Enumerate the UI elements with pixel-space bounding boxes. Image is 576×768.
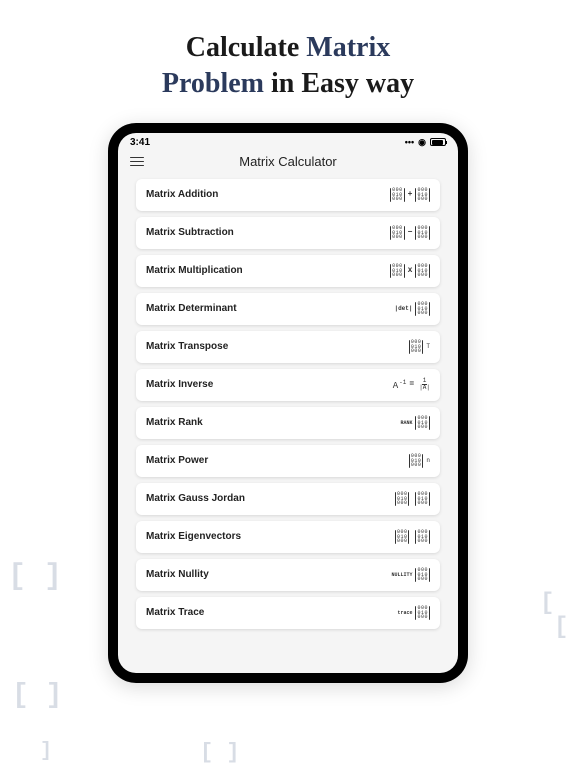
- status-icons: ••• ◉: [405, 137, 446, 148]
- subtraction-icon: 000010000−000010000: [390, 226, 430, 240]
- decorative-bracket: [ ]: [200, 740, 240, 765]
- determinant-icon: |det|000010000: [394, 302, 430, 316]
- headline-text: Calculate: [186, 32, 307, 63]
- decorative-bracket: [ ]: [8, 560, 62, 594]
- gaussjordan-icon: 000010000000010000: [395, 492, 430, 506]
- status-time: 3:41: [130, 137, 150, 148]
- decorative-bracket: ]: [40, 740, 52, 763]
- option-eigen[interactable]: Matrix Eigenvectors 000010000000010000: [136, 521, 440, 553]
- eigen-icon: 000010000000010000: [395, 530, 430, 544]
- addition-icon: 000010000+000010000: [390, 188, 430, 202]
- option-addition[interactable]: Matrix Addition 000010000+000010000: [136, 179, 440, 211]
- transpose-icon: 000010000T: [409, 340, 430, 354]
- option-rank[interactable]: Matrix Rank RANK000010000: [136, 407, 440, 439]
- decorative-bracket: [: [554, 614, 568, 641]
- option-nullity[interactable]: Matrix Nullity NULLITY000010000: [136, 559, 440, 591]
- multiplication-icon: 000010000x000010000: [390, 264, 430, 278]
- option-label: Matrix Determinant: [146, 303, 237, 314]
- option-label: Matrix Eigenvectors: [146, 531, 241, 542]
- option-label: Matrix Gauss Jordan: [146, 493, 245, 504]
- decorative-bracket: [: [540, 590, 554, 617]
- options-list: Matrix Addition000010000+000010000Matrix…: [118, 177, 458, 639]
- headline-text: in Easy way: [264, 68, 414, 99]
- status-bar: 3:41 ••• ◉: [118, 133, 458, 150]
- power-icon: 000010000n: [409, 454, 430, 468]
- wifi-icon: •••: [405, 137, 414, 147]
- device-screen: 3:41 ••• ◉ Matrix Calculator Matrix Addi…: [118, 133, 458, 673]
- option-label: Matrix Addition: [146, 189, 218, 200]
- option-gaussjordan[interactable]: Matrix Gauss Jordan 000010000000010000: [136, 483, 440, 515]
- option-label: Matrix Subtraction: [146, 227, 234, 238]
- option-transpose[interactable]: Matrix Transpose 000010000T: [136, 331, 440, 363]
- option-label: Matrix Trace: [146, 607, 204, 618]
- option-label: Matrix Power: [146, 455, 208, 466]
- option-label: Matrix Inverse: [146, 379, 213, 390]
- option-label: Matrix Transpose: [146, 341, 228, 352]
- option-determinant[interactable]: Matrix Determinant |det|000010000: [136, 293, 440, 325]
- option-trace[interactable]: Matrix Trace trace000010000: [136, 597, 440, 629]
- page-title: Calculate Matrix Problem in Easy way: [0, 0, 576, 123]
- battery-icon: [430, 138, 446, 146]
- option-inverse[interactable]: Matrix Inverse A-1=1|A|: [136, 369, 440, 401]
- trace-icon: trace000010000: [397, 606, 430, 620]
- headline-accent: Matrix: [306, 32, 390, 63]
- rank-icon: RANK000010000: [400, 416, 430, 430]
- option-label: Matrix Rank: [146, 417, 203, 428]
- wifi-icon: ◉: [418, 137, 426, 148]
- option-subtraction[interactable]: Matrix Subtraction 000010000−000010000: [136, 217, 440, 249]
- menu-icon[interactable]: [130, 157, 144, 167]
- device-frame: 3:41 ••• ◉ Matrix Calculator Matrix Addi…: [108, 123, 468, 683]
- option-power[interactable]: Matrix Power 000010000n: [136, 445, 440, 477]
- inverse-icon: A-1=1|A|: [393, 378, 430, 391]
- option-label: Matrix Multiplication: [146, 265, 243, 276]
- nullity-icon: NULLITY000010000: [391, 568, 430, 582]
- option-multiplication[interactable]: Matrix Multiplication 000010000x000010000: [136, 255, 440, 287]
- headline-accent: Problem: [162, 68, 264, 99]
- app-title: Matrix Calculator: [144, 154, 432, 169]
- option-label: Matrix Nullity: [146, 569, 209, 580]
- decorative-bracket: [ ]: [12, 680, 62, 711]
- app-header: Matrix Calculator: [118, 150, 458, 177]
